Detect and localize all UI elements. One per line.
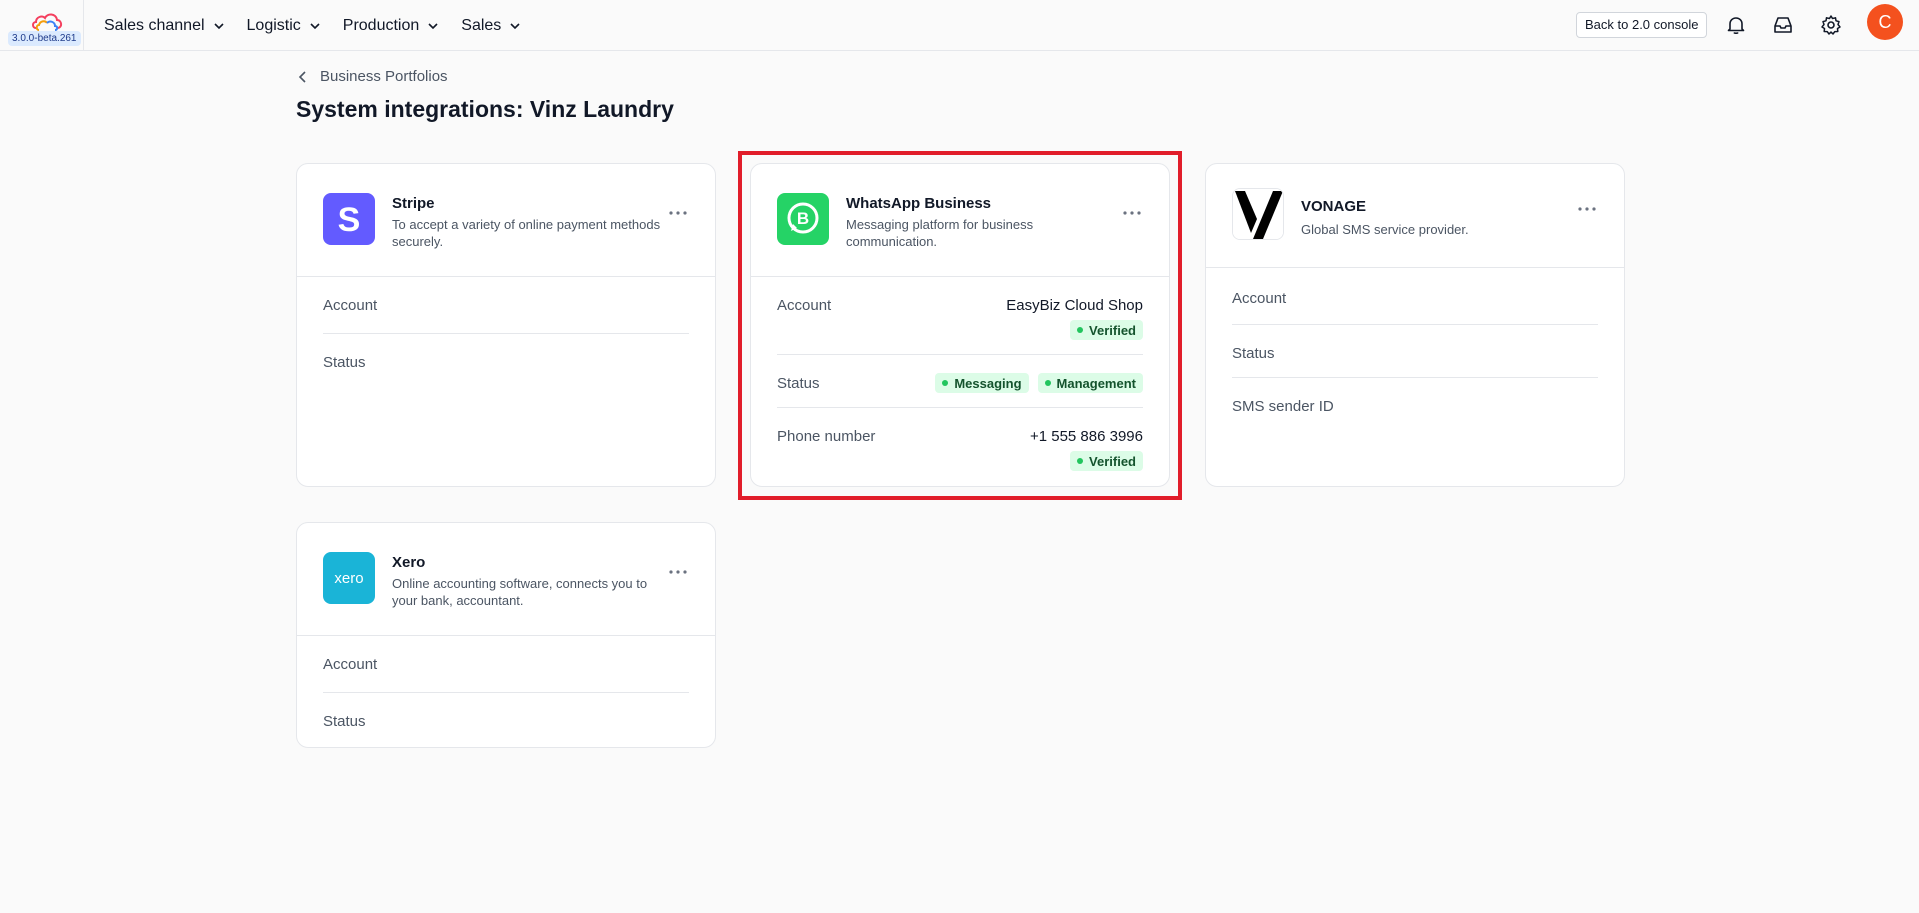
row-label: Phone number — [777, 428, 876, 445]
status-row: Status Messaging Management — [777, 355, 1143, 408]
status-dot — [1044, 380, 1051, 386]
phone-number: +1 555 886 3996 — [1029, 428, 1143, 445]
status-dot — [942, 380, 949, 386]
card-header: VONAGE Global SMS service provider. — [1206, 164, 1624, 268]
bell-icon[interactable] — [1724, 13, 1748, 37]
svg-text:B: B — [797, 209, 809, 228]
row-label: Account — [777, 297, 832, 314]
account-row: Account — [323, 636, 689, 693]
badge-label: Messaging — [954, 375, 1022, 391]
main-nav: Sales channel Logistic Production Sales — [104, 0, 543, 51]
whatsapp-integration-card: B WhatsApp Business Messaging platform f… — [750, 163, 1170, 487]
app-logo[interactable]: 3.0.0-beta.261 — [0, 0, 84, 51]
status-row: Status — [323, 693, 689, 745]
status-dot — [1077, 458, 1084, 464]
svg-text:S: S — [338, 201, 361, 239]
card-title: Xero — [392, 554, 426, 571]
verified-badge: Verified — [1070, 451, 1143, 471]
account-row: Account — [323, 277, 689, 334]
status-dot — [1077, 327, 1084, 333]
account-row: Account — [1232, 268, 1598, 325]
version-badge: 3.0.0-beta.261 — [8, 31, 81, 46]
more-options-icon[interactable] — [667, 567, 689, 577]
card-rows: Account Status — [297, 277, 715, 386]
nav-logistic[interactable]: Logistic — [247, 17, 321, 35]
row-label: Status — [323, 713, 366, 730]
badge-label: Verified — [1089, 322, 1136, 338]
card-header: xero Xero Online accounting software, co… — [297, 523, 715, 636]
nav-sales[interactable]: Sales — [461, 17, 521, 35]
nav-label: Logistic — [246, 16, 301, 34]
chevron-left-icon — [296, 70, 310, 84]
account-value: EasyBiz Cloud Shop Verified — [1006, 297, 1143, 340]
xero-logo-text: xero — [334, 570, 363, 587]
verified-badge: Verified — [1070, 320, 1143, 340]
top-bar: 3.0.0-beta.261 Sales channel Logistic Pr… — [0, 0, 1919, 51]
breadcrumb[interactable]: Business Portfolios — [296, 68, 448, 85]
nav-sales-channel[interactable]: Sales channel — [104, 17, 225, 35]
row-label: Account — [1232, 290, 1287, 307]
row-label: SMS sender ID — [1232, 398, 1334, 415]
row-label: Status — [323, 354, 366, 371]
status-row: Status — [1232, 325, 1598, 378]
card-rows: Account Status SMS sender ID — [1206, 268, 1624, 431]
card-header: S Stripe To accept a variety of online p… — [297, 164, 715, 277]
badge-label: Management — [1056, 375, 1136, 391]
badge-label: Verified — [1089, 453, 1136, 469]
row-label: Account — [323, 656, 378, 673]
chevron-down-icon — [213, 20, 225, 32]
breadcrumb-label: Business Portfolios — [320, 68, 448, 85]
chevron-down-icon — [309, 20, 321, 32]
card-description: To accept a variety of online payment me… — [392, 217, 661, 249]
back-to-console-button[interactable]: Back to 2.0 console — [1576, 12, 1708, 38]
card-rows: Account EasyBiz Cloud Shop Verified Stat… — [751, 277, 1169, 478]
chevron-down-icon — [509, 20, 521, 32]
card-header: B WhatsApp Business Messaging platform f… — [751, 164, 1169, 277]
card-rows: Account Status — [297, 636, 715, 745]
page-title: System integrations: Vinz Laundry — [296, 96, 674, 122]
card-title: WhatsApp Business — [846, 195, 992, 212]
card-title: Stripe — [392, 195, 435, 212]
messaging-badge: Messaging — [935, 373, 1029, 393]
card-description: Messaging platform for business communic… — [846, 217, 1034, 249]
avatar[interactable]: C — [1867, 4, 1903, 40]
xero-integration-card: xero Xero Online accounting software, co… — [296, 522, 716, 748]
stripe-logo-icon: S — [323, 193, 375, 245]
nav-production[interactable]: Production — [343, 17, 440, 35]
status-value: Messaging Management — [935, 373, 1143, 393]
nav-label: Sales channel — [104, 16, 205, 34]
card-title: VONAGE — [1301, 198, 1367, 215]
inbox-icon[interactable] — [1771, 13, 1795, 37]
phone-row: Phone number +1 555 886 3996 Verified — [777, 408, 1143, 478]
card-description: Online accounting software, connects you… — [392, 576, 648, 608]
more-options-icon[interactable] — [1121, 208, 1143, 218]
stripe-integration-card: S Stripe To accept a variety of online p… — [296, 163, 716, 487]
more-options-icon[interactable] — [1576, 204, 1598, 214]
vonage-logo-icon — [1232, 188, 1284, 240]
nav-label: Sales — [461, 16, 502, 34]
management-badge: Management — [1037, 373, 1143, 393]
sms-sender-row: SMS sender ID — [1232, 378, 1598, 431]
row-label: Status — [777, 375, 820, 392]
chevron-down-icon — [427, 20, 439, 32]
status-badges: Messaging Management — [935, 373, 1143, 393]
more-options-icon[interactable] — [667, 208, 689, 218]
row-label: Account — [323, 297, 378, 314]
xero-logo-icon: xero — [323, 552, 375, 604]
whatsapp-logo-icon: B — [777, 193, 829, 245]
phone-value: +1 555 886 3996 Verified — [1030, 428, 1143, 471]
gear-icon[interactable] — [1819, 13, 1843, 37]
card-description: Global SMS service provider. — [1301, 222, 1469, 237]
account-row: Account EasyBiz Cloud Shop Verified — [777, 277, 1143, 355]
nav-label: Production — [342, 16, 420, 34]
account-name: EasyBiz Cloud Shop — [1006, 297, 1143, 314]
vonage-integration-card: VONAGE Global SMS service provider. Acco… — [1205, 163, 1625, 487]
row-label: Status — [1232, 345, 1275, 362]
status-row: Status — [323, 334, 689, 386]
